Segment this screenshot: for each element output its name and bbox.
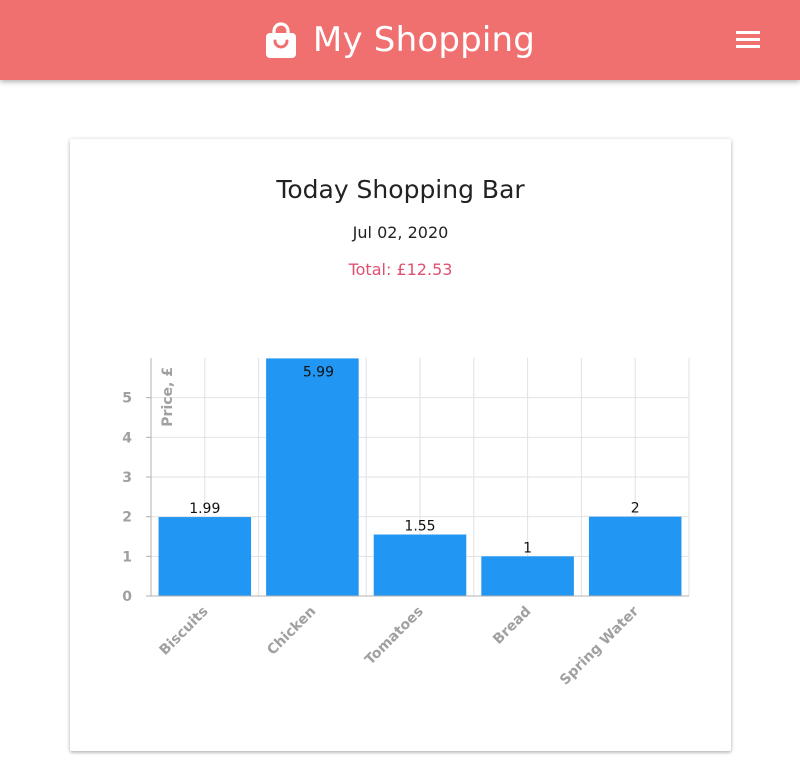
bar-chicken: [266, 358, 359, 596]
x-tick-label: Chicken: [264, 604, 319, 659]
app-title: My Shopping: [312, 20, 536, 60]
bar-biscuits: [158, 517, 252, 596]
brand[interactable]: My Shopping: [265, 20, 535, 60]
x-tick-label: Bread: [490, 604, 534, 648]
y-tick-label: 1: [122, 549, 132, 565]
app-bar: My Shopping: [0, 0, 800, 80]
bar-spring-water: [588, 516, 682, 596]
y-axis-title: Price, £: [160, 367, 176, 427]
data-label: 1.99: [189, 501, 220, 517]
hamburger-menu-icon: [736, 31, 760, 34]
y-tick-label: 0: [122, 589, 132, 605]
data-label: 5.99: [303, 364, 334, 380]
data-label: 2: [631, 501, 640, 517]
y-tick-label: 5: [122, 391, 132, 407]
shopping-card: Today Shopping Bar Jul 02, 2020 Total: £…: [70, 139, 731, 751]
x-tick-label: Biscuits: [157, 604, 212, 659]
y-tick-label: 3: [122, 470, 132, 486]
x-tick-label: Spring Water: [557, 603, 642, 688]
bar-bread: [481, 556, 574, 596]
shopping-bar-chart: 0 1 2 3 4 5 Price, £ Biscuits Chicken Tomatoes Bre…: [122, 358, 690, 688]
bar-tomatoes: [373, 534, 467, 596]
shopping-bag-icon: [265, 22, 296, 58]
y-tick-label: 2: [122, 510, 132, 526]
menu-button[interactable]: [736, 28, 766, 52]
y-tick-label: 4: [122, 430, 132, 446]
data-label: 1: [523, 540, 532, 556]
data-label: 1.55: [404, 519, 435, 535]
x-tick-label: Tomatoes: [362, 604, 427, 669]
